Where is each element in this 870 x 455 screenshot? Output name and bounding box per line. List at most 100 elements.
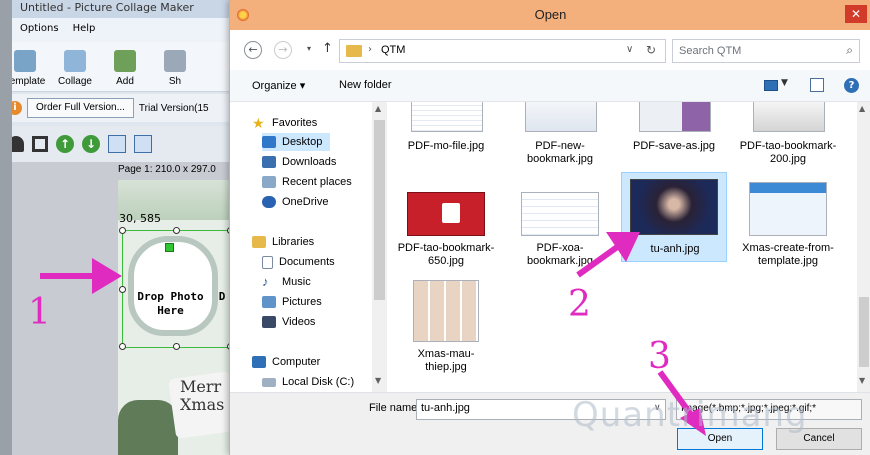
nav-item-label: Documents bbox=[279, 256, 335, 268]
resize-handle[interactable] bbox=[173, 343, 180, 350]
breadcrumb-chevron-icon[interactable]: › bbox=[368, 44, 372, 55]
star-icon: ★ bbox=[252, 115, 265, 131]
search-input[interactable] bbox=[679, 43, 829, 59]
selection-box[interactable] bbox=[119, 227, 234, 350]
scrollbar-thumb[interactable] bbox=[859, 297, 869, 367]
background-app-title: Untitled - Picture Collage Maker bbox=[0, 0, 240, 18]
file-item[interactable]: Xmas-mau-thiep.jpg bbox=[393, 280, 499, 392]
nav-item-libraries[interactable]: Libraries bbox=[252, 233, 314, 251]
refresh-icon[interactable]: ↻ bbox=[646, 43, 656, 57]
address-bar[interactable]: › QTM ∨ ↻ bbox=[339, 39, 666, 63]
back-button[interactable]: ← bbox=[244, 41, 262, 59]
forward-button[interactable]: → bbox=[274, 41, 292, 59]
file-thumbnail bbox=[639, 102, 711, 132]
nav-item-label: Computer bbox=[272, 356, 321, 368]
scroll-down-icon[interactable]: ▼ bbox=[859, 376, 865, 385]
nav-item-favorites[interactable]: ★ Favorites bbox=[252, 114, 317, 132]
computer-icon bbox=[252, 356, 266, 368]
nav-item-label: Recent places bbox=[282, 176, 352, 188]
layer-back-icon[interactable] bbox=[134, 135, 152, 153]
file-item[interactable]: PDF-mo-file.jpg bbox=[393, 102, 499, 184]
nav-item-desktop[interactable]: Desktop bbox=[262, 133, 331, 151]
nav-item-downloads[interactable]: Downloads bbox=[262, 153, 336, 171]
file-name: PDF-xoa-bookmark.jpg bbox=[526, 242, 594, 267]
navigation-bar: ← → ▾ ↑ › QTM ∨ ↻ ⌕ bbox=[230, 30, 870, 70]
nav-item-videos[interactable]: Videos bbox=[262, 313, 315, 331]
preview-pane-icon[interactable] bbox=[810, 78, 824, 92]
downloads-icon bbox=[262, 156, 276, 168]
view-dropdown-icon[interactable]: ▼ bbox=[781, 78, 788, 88]
pdf-thumbnail bbox=[407, 192, 485, 236]
pictures-icon bbox=[262, 296, 276, 308]
organize-menu[interactable]: Organize ▾ bbox=[252, 79, 305, 92]
move-up-icon[interactable]: ↑ bbox=[56, 135, 74, 153]
crop-icon[interactable] bbox=[32, 136, 48, 152]
nav-item-onedrive[interactable]: OneDrive bbox=[262, 193, 328, 211]
file-thumbnail bbox=[525, 102, 597, 132]
holly-decoration bbox=[118, 400, 178, 455]
ribbon-toolbar: Template Collage Add Sh bbox=[0, 42, 240, 92]
order-bar: i Order Full Version... Trial Version(15 bbox=[0, 94, 240, 122]
nav-item-recent-places[interactable]: Recent places bbox=[262, 173, 352, 191]
scrollbar-thumb[interactable] bbox=[374, 120, 385, 300]
nav-item-computer[interactable]: Computer bbox=[252, 353, 320, 371]
scroll-down-icon[interactable]: ▼ bbox=[375, 376, 381, 385]
nav-item-local-disk[interactable]: Local Disk (C:) bbox=[262, 373, 354, 391]
order-full-version-button[interactable]: Order Full Version... bbox=[27, 98, 134, 118]
share-button[interactable]: Sh bbox=[150, 42, 200, 91]
menu-help[interactable]: Help bbox=[73, 23, 96, 37]
file-item[interactable]: PDF-tao-bookmark-200.jpg bbox=[735, 102, 841, 184]
add-button[interactable]: Add bbox=[100, 42, 150, 91]
resize-handle[interactable] bbox=[119, 343, 126, 350]
nav-item-documents[interactable]: Documents bbox=[262, 253, 335, 271]
file-item[interactable]: PDF-new-bookmark.jpg bbox=[507, 102, 613, 184]
open-dialog: Open ✕ ← → ▾ ↑ › QTM ∨ ↻ ⌕ Organize ▾ Ne… bbox=[229, 0, 870, 455]
resize-handle[interactable] bbox=[119, 286, 126, 293]
share-icon bbox=[164, 50, 186, 72]
file-item[interactable]: Xmas-create-from-template.jpg bbox=[735, 178, 841, 278]
recent-locations-icon[interactable]: ▾ bbox=[300, 41, 318, 59]
background-app-window: Untitled - Picture Collage Maker Options… bbox=[0, 0, 240, 455]
pdf-adobe-icon bbox=[442, 203, 460, 223]
file-thumbnail bbox=[749, 182, 827, 236]
chevron-down-icon[interactable]: ∨ bbox=[626, 44, 633, 55]
nav-item-pictures[interactable]: Pictures bbox=[262, 293, 322, 311]
file-thumbnail bbox=[411, 102, 483, 132]
canvas-strip bbox=[0, 0, 12, 455]
resize-handle[interactable] bbox=[119, 227, 126, 234]
file-item-selected[interactable]: tu-anh.jpg bbox=[621, 172, 727, 262]
command-bar: Organize ▾ New folder ▼ ? bbox=[230, 70, 870, 102]
disk-icon bbox=[262, 377, 276, 387]
nav-item-music[interactable]: ♪ Music bbox=[262, 273, 311, 291]
file-thumbnail bbox=[753, 102, 825, 132]
annotation-number-2: 2 bbox=[568, 284, 591, 325]
navigation-pane-scrollbar[interactable]: ▲ ▼ bbox=[372, 102, 387, 392]
rotate-handle[interactable] bbox=[165, 243, 174, 252]
recent-places-icon bbox=[262, 176, 276, 188]
collage-button[interactable]: Collage bbox=[50, 42, 100, 91]
move-down-icon[interactable]: ↓ bbox=[82, 135, 100, 153]
up-button[interactable]: ↑ bbox=[322, 41, 333, 56]
resize-handle[interactable] bbox=[173, 227, 180, 234]
file-thumbnail bbox=[521, 192, 599, 236]
scroll-up-icon[interactable]: ▲ bbox=[859, 104, 865, 113]
merry-xmas-text: Merr Xmas bbox=[180, 377, 225, 414]
nav-item-label: Favorites bbox=[272, 117, 318, 129]
file-item[interactable]: PDF-xoa-bookmark.jpg bbox=[507, 178, 613, 278]
menu-options[interactable]: Options bbox=[20, 23, 59, 37]
scroll-up-icon[interactable]: ▲ bbox=[375, 104, 381, 113]
search-box[interactable]: ⌕ bbox=[672, 39, 860, 63]
nav-item-label: Music bbox=[282, 276, 311, 288]
file-item[interactable]: PDF-tao-bookmark-650.jpg bbox=[393, 178, 499, 278]
file-pane-scrollbar[interactable]: ▲ ▼ bbox=[857, 102, 870, 392]
close-button[interactable]: ✕ bbox=[845, 5, 867, 23]
layer-front-icon[interactable] bbox=[108, 135, 126, 153]
help-icon[interactable]: ? bbox=[844, 78, 859, 93]
desktop-icon bbox=[262, 136, 276, 148]
new-folder-button[interactable]: New folder bbox=[339, 79, 392, 91]
breadcrumb-folder[interactable]: QTM bbox=[381, 44, 405, 56]
change-view-icon[interactable] bbox=[764, 80, 778, 91]
search-icon[interactable]: ⌕ bbox=[846, 43, 853, 58]
documents-icon bbox=[262, 255, 273, 269]
collage-label: Collage bbox=[58, 76, 92, 87]
